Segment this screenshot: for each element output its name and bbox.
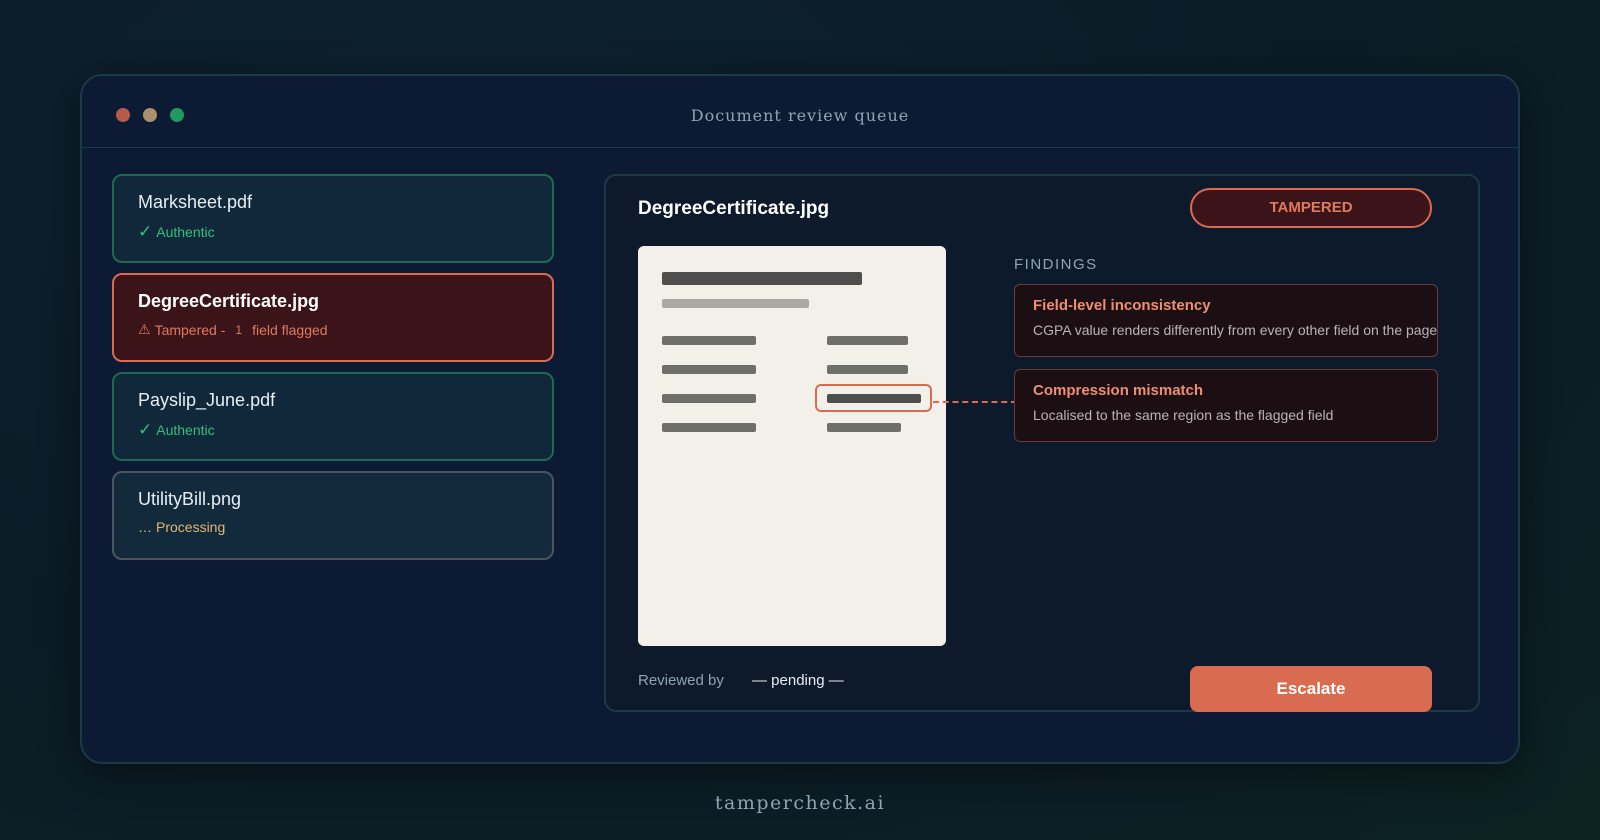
document-detail-panel: DegreeCertificate.jpg TAMPERED FINDINGS … [604, 174, 1480, 712]
queue-item-name: Payslip_June.pdf [138, 390, 276, 410]
check-icon: ✓ [138, 420, 153, 439]
finding-connector-line [933, 401, 1017, 403]
queue-item-name: DegreeCertificate.jpg [138, 291, 320, 311]
finding-title: Compression mismatch [1033, 382, 1204, 399]
finding-description: CGPA value renders differently from ever… [1033, 322, 1438, 338]
finding-title: Field-level inconsistency [1033, 297, 1211, 314]
queue-item-name: UtilityBill.png [138, 489, 242, 509]
preview-label-bar [662, 423, 756, 432]
app-window: Document review queue Marksheet.pdf ✓ Au… [80, 74, 1520, 764]
queue-item-utility-bill[interactable]: UtilityBill.png … Processing [112, 471, 554, 560]
reviewer-value: — pending — [752, 672, 844, 689]
flag-suffix: field flagged [252, 321, 328, 338]
status-text: Tampered - [154, 321, 226, 338]
finding-card[interactable]: Compression mismatch Localised to the sa… [1014, 369, 1438, 442]
window-title: Document review queue [690, 106, 910, 125]
queue-item-status: ✓ Authentic [138, 420, 528, 440]
flag-count: 1 [235, 322, 243, 337]
document-preview[interactable] [638, 246, 946, 646]
status-text: Authentic [156, 224, 215, 240]
preview-label-bar [662, 336, 756, 345]
queue-item-name: Marksheet.pdf [138, 192, 253, 212]
status-text: Authentic [156, 422, 215, 438]
footer-brand: tampercheck.ai [714, 792, 886, 814]
queue-item-status: … Processing [138, 519, 528, 535]
preview-value-bar [827, 336, 908, 345]
title-bar: Document review queue [82, 76, 1518, 148]
ellipsis-icon: … [138, 519, 152, 535]
escalate-button[interactable]: Escalate [1190, 666, 1432, 712]
queue-item-status: ✓ Authentic [138, 222, 528, 242]
preview-label-bar [662, 365, 756, 374]
finding-description: Localised to the same region as the flag… [1033, 407, 1334, 423]
detail-title: DegreeCertificate.jpg [638, 198, 830, 219]
check-icon: ✓ [138, 222, 153, 241]
preview-value-bar [827, 365, 908, 374]
queue-item-marksheet[interactable]: Marksheet.pdf ✓ Authentic [112, 174, 554, 263]
status-text: Processing [156, 519, 226, 535]
preview-heading-bar [662, 272, 862, 285]
preview-label-bar [662, 394, 756, 403]
queue-item-degree-certificate[interactable]: DegreeCertificate.jpg ⚠ Tampered - 1 fie… [112, 273, 554, 362]
preview-value-bar [827, 423, 901, 432]
reviewed-by-label: Reviewed by [638, 672, 724, 689]
finding-card[interactable]: Field-level inconsistency CGPA value ren… [1014, 284, 1438, 357]
warning-icon: ⚠ [138, 321, 151, 337]
verdict-badge: TAMPERED [1190, 188, 1432, 228]
findings-label: FINDINGS [1014, 256, 1098, 273]
flagged-field-highlight[interactable] [815, 384, 932, 412]
document-queue: Marksheet.pdf ✓ Authentic DegreeCertific… [112, 174, 554, 570]
queue-item-payslip[interactable]: Payslip_June.pdf ✓ Authentic [112, 372, 554, 461]
preview-subheading-bar [662, 299, 809, 308]
queue-item-status: ⚠ Tampered - 1 field flagged [138, 321, 528, 338]
